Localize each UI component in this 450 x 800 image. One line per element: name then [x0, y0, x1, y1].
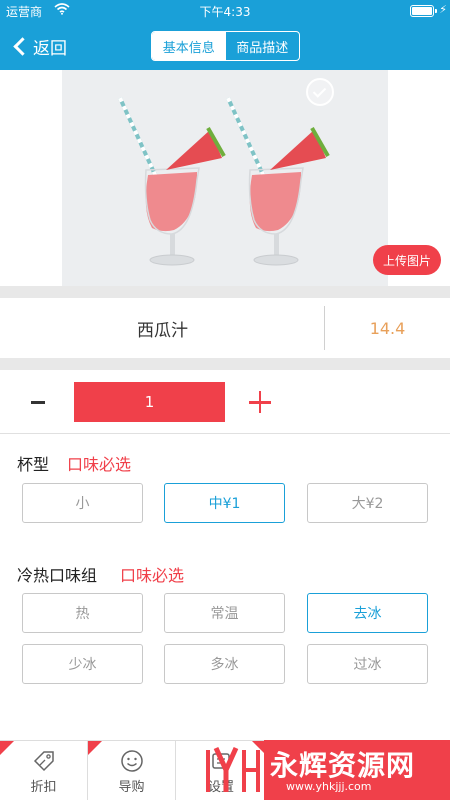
product-name[interactable]: 西瓜汁 [0, 298, 325, 358]
option-hot[interactable]: 热 [22, 593, 143, 633]
watermark-logo-icon [196, 742, 266, 798]
watermelon-juice-photo [62, 70, 388, 286]
image-select-check-icon[interactable] [306, 78, 334, 106]
corner-marker [0, 741, 14, 755]
watermark-text: 永辉资源网 [270, 749, 416, 782]
option-more-ice[interactable]: 多冰 [164, 644, 285, 684]
section-divider [0, 286, 450, 298]
section-divider [0, 358, 450, 370]
smiley-guide-icon [120, 749, 144, 773]
quantity-field[interactable]: 1 [74, 382, 225, 422]
clock: 下午4:33 [199, 5, 251, 19]
product-price[interactable]: 14.4 [325, 298, 450, 358]
cup-size-required-hint: 口味必选 [67, 455, 132, 474]
option-no-ice[interactable]: 去冰 [307, 593, 428, 633]
corner-marker [88, 741, 102, 755]
product-image[interactable] [62, 70, 388, 286]
option-room-temperature[interactable]: 常温 [164, 593, 285, 633]
battery-icon [410, 5, 434, 17]
option-extra-ice[interactable]: 过冰 [307, 644, 428, 684]
back-label: 返回 [33, 38, 67, 59]
discount-tag-icon [32, 749, 56, 773]
tab-discount-label: 折扣 [30, 780, 57, 795]
product-info-row: 西瓜汁 14.4 [0, 298, 450, 358]
back-button[interactable]: 返回 [10, 30, 67, 62]
chevron-left-icon [13, 36, 32, 56]
charging-bolt-icon: ⚡ [439, 3, 447, 16]
upload-image-button[interactable]: 上传图片 [373, 245, 441, 275]
option-cup-large[interactable]: 大¥2 [307, 483, 428, 523]
tab-basic-info[interactable]: 基本信息 [152, 32, 226, 60]
navigation-bar: 返回 基本信息 商品描述 [0, 22, 450, 70]
segmented-control: 基本信息 商品描述 [151, 31, 300, 61]
option-less-ice[interactable]: 少冰 [22, 644, 143, 684]
battery-nub [435, 9, 437, 13]
option-cup-medium[interactable]: 中¥1 [164, 483, 285, 523]
tab-product-description[interactable]: 商品描述 [226, 32, 300, 60]
tab-discount[interactable]: 折扣 [0, 741, 88, 800]
temperature-group-title: 冷热口味组 [17, 566, 98, 585]
quantity-stepper: 1 [0, 370, 450, 434]
tab-shopping-guide[interactable]: 导购 [88, 741, 176, 800]
status-bar: 运营商 下午4:33 ⚡ [0, 0, 450, 22]
decrease-quantity-button[interactable] [22, 386, 54, 418]
cup-size-title: 杯型 [17, 455, 50, 474]
temperature-required-hint: 口味必选 [120, 566, 185, 585]
increase-quantity-button[interactable] [244, 386, 276, 418]
tab-shopping-guide-label: 导购 [118, 780, 145, 795]
watermark-url: www.yhkjjj.com [286, 780, 372, 793]
site-watermark: 永辉资源网 www.yhkjjj.com [196, 740, 450, 800]
option-cup-small[interactable]: 小 [22, 483, 143, 523]
